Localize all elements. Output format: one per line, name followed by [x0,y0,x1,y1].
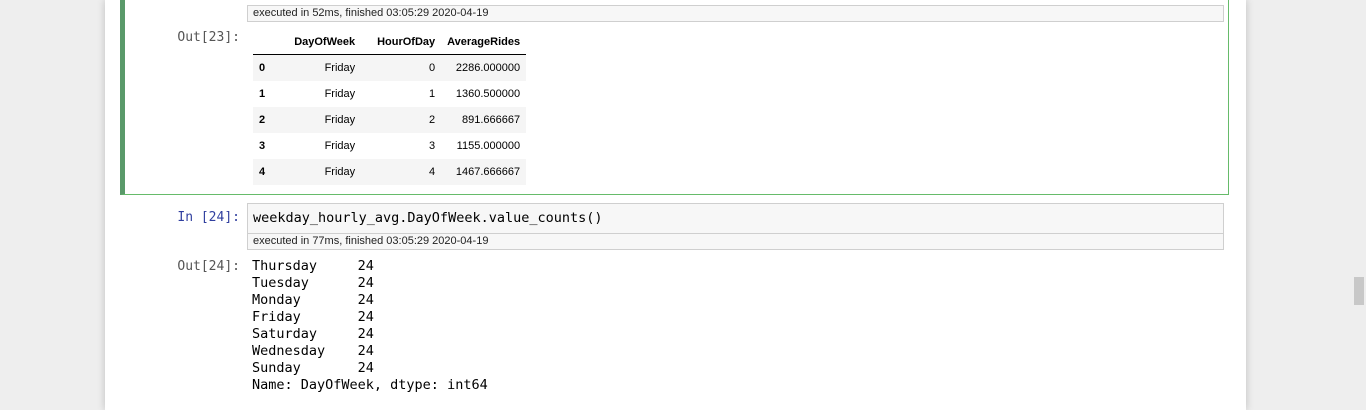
exec-info-23: executed in 52ms, finished 03:05:29 2020… [247,5,1224,22]
exec-info-24: executed in 77ms, finished 03:05:29 2020… [247,233,1224,250]
table-row: 4 Friday 4 1467.666667 [253,159,527,185]
code-input-24[interactable]: weekday_hourly_avg.DayOfWeek.value_count… [247,203,1224,233]
table-row: 3 Friday 3 1155.000000 [259,140,521,152]
table-row: 2 Friday 2 891.666667 [253,107,527,133]
table-row: 1 Friday 1 1360.500000 [259,88,521,100]
output-text-24: Thursday 24 Tuesday 24 Monday 24 Friday … [252,258,488,393]
out-prompt-24: Out[24]: [177,259,240,274]
table-row: 0 Friday 0 2286.000000 [253,54,527,81]
out-prompt-23: Out[23]: [177,30,240,45]
in-prompt-24: In [24]: [177,210,240,225]
dataframe-table: DayOfWeek HourOfDay AverageRides 0 Friday 0 2… [253,30,527,185]
scrollbar-thumb[interactable] [1354,277,1364,305]
